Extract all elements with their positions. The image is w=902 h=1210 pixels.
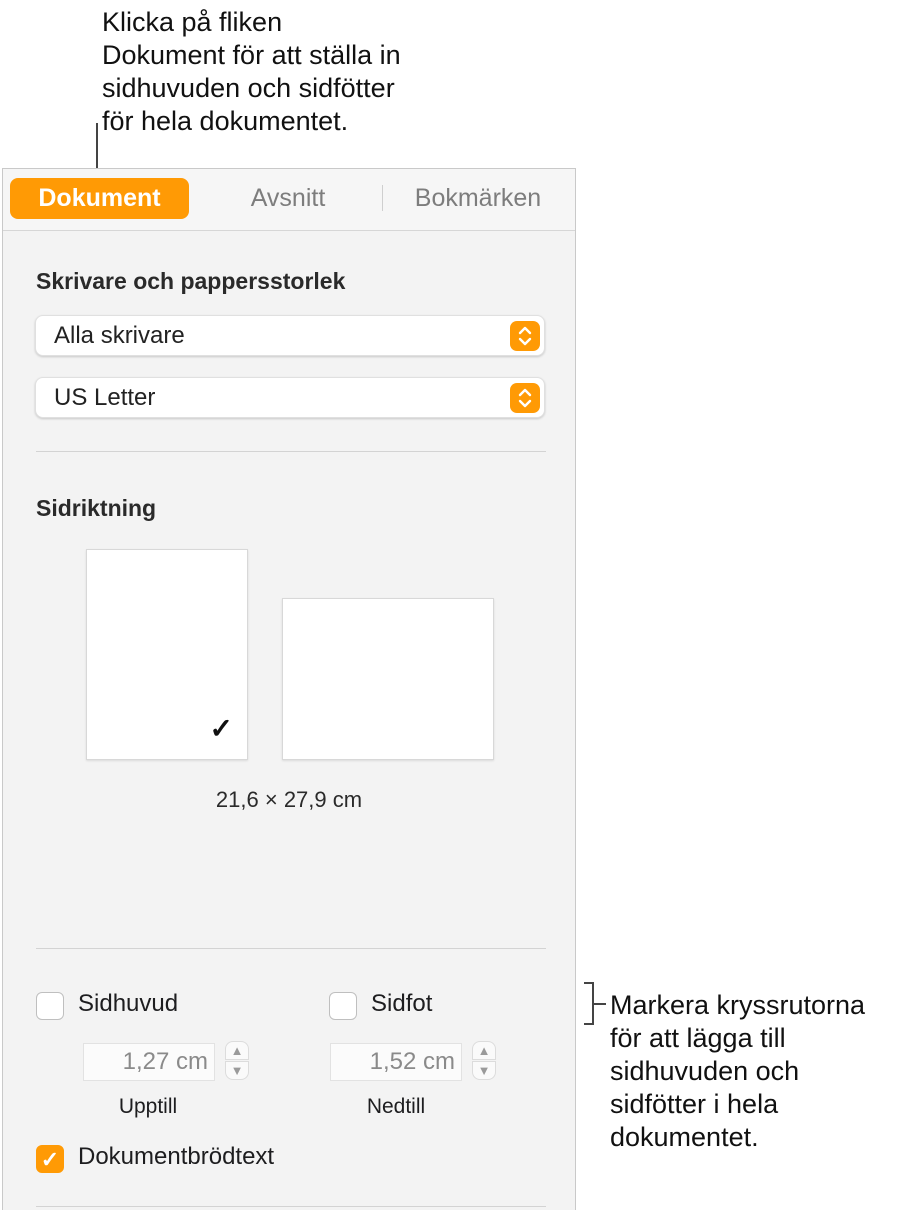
paper-size-popup[interactable]: US Letter	[35, 377, 545, 418]
up-down-chevron-icon	[510, 383, 540, 413]
printer-section-title: Skrivare och pappersstorlek	[36, 268, 346, 294]
landscape-orientation-button[interactable]	[282, 598, 494, 760]
stepper-up-icon[interactable]: ▲	[472, 1041, 496, 1060]
header-margin-field[interactable]: 1,27 cm	[83, 1043, 215, 1081]
page-size-label: 21,6 × 27,9 cm	[215, 787, 363, 812]
footer-checkbox-label: Sidfot	[371, 990, 433, 1017]
document-body-checkbox-row[interactable]: ✓ Dokumentbrödtext	[36, 1143, 356, 1177]
footer-checkbox[interactable]	[329, 992, 357, 1020]
document-inspector-panel: Dokument Avsnitt Bokmärken Skrivare och …	[2, 168, 576, 1210]
section-divider	[36, 948, 546, 949]
tab-separator	[382, 185, 383, 211]
stepper-up-icon[interactable]: ▲	[225, 1041, 249, 1060]
orientation-section-title: Sidriktning	[36, 495, 157, 521]
stepper-down-icon[interactable]: ▼	[472, 1061, 496, 1080]
portrait-orientation-button[interactable]: ✓	[86, 549, 248, 760]
tab-bokmarken[interactable]: Bokmärken	[393, 178, 563, 219]
document-body-checkbox[interactable]: ✓	[36, 1145, 64, 1173]
header-checkbox-row[interactable]: Sidhuvud	[36, 990, 236, 1024]
callout-right-bracket	[584, 1023, 594, 1025]
header-checkbox[interactable]	[36, 992, 64, 1020]
tab-dokument[interactable]: Dokument	[10, 178, 189, 219]
up-down-chevron-icon	[510, 321, 540, 351]
paper-size-popup-value: US Letter	[54, 384, 156, 411]
header-checkbox-label: Sidhuvud	[78, 990, 179, 1017]
callout-top-text: Klicka på fliken Dokument för att ställa…	[102, 7, 401, 136]
footer-margin-caption: Nedtill	[366, 1095, 426, 1118]
callout-right-text: Markera kryssrutorna för att lägga till …	[610, 990, 866, 1152]
printer-popup[interactable]: Alla skrivare	[35, 315, 545, 356]
document-body-checkbox-label: Dokumentbrödtext	[78, 1143, 275, 1170]
header-margin-stepper[interactable]: ▲ ▼	[225, 1041, 249, 1081]
section-divider	[36, 1206, 546, 1207]
header-margin-caption: Upptill	[118, 1095, 178, 1118]
stepper-down-icon[interactable]: ▼	[225, 1061, 249, 1080]
section-divider	[36, 451, 546, 452]
checkmark-icon: ✓	[209, 713, 233, 744]
tab-bar: Dokument Avsnitt Bokmärken	[3, 169, 575, 231]
footer-margin-field[interactable]: 1,52 cm	[330, 1043, 462, 1081]
tab-avsnitt[interactable]: Avsnitt	[203, 178, 373, 219]
callout-right-leader	[594, 1003, 606, 1005]
printer-popup-value: Alla skrivare	[54, 322, 185, 349]
footer-checkbox-row[interactable]: Sidfot	[329, 990, 529, 1024]
footer-margin-stepper[interactable]: ▲ ▼	[472, 1041, 496, 1081]
